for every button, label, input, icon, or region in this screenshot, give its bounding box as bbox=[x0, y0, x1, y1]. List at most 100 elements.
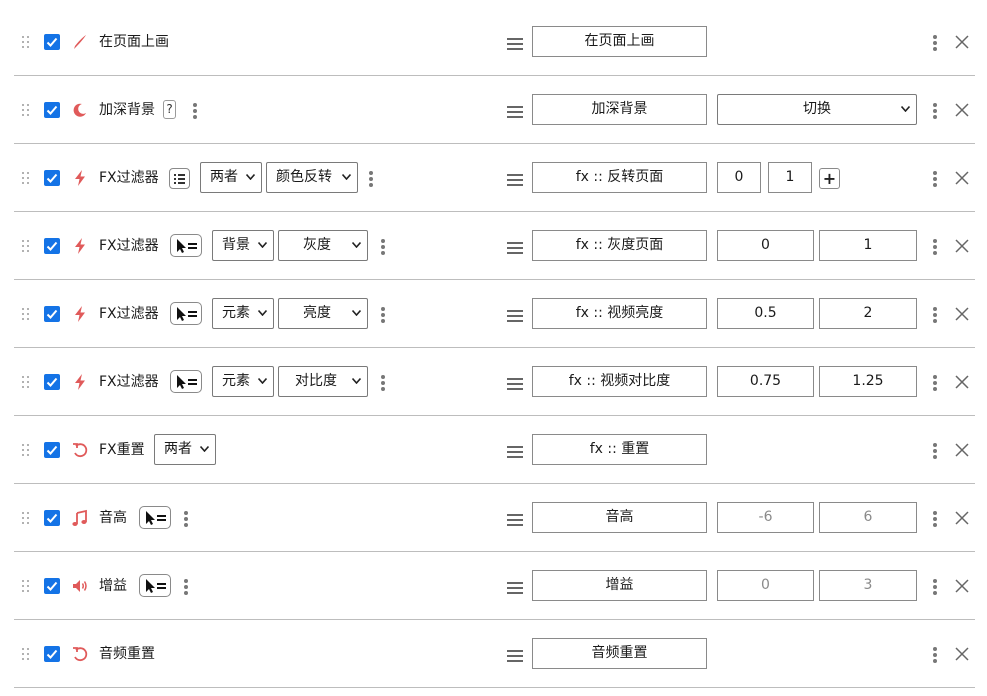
element-picker-button[interactable] bbox=[170, 302, 202, 325]
kebab-menu-icon[interactable] bbox=[933, 35, 937, 51]
close-icon[interactable] bbox=[955, 511, 969, 525]
to-value-input[interactable]: 1 bbox=[768, 162, 812, 193]
to-value-input[interactable]: 6 bbox=[819, 502, 917, 533]
enable-checkbox[interactable] bbox=[44, 646, 60, 662]
action-button[interactable]: fx :: 视频亮度 bbox=[532, 298, 707, 329]
target-select[interactable]: 背景 bbox=[212, 230, 274, 261]
close-icon[interactable] bbox=[955, 647, 969, 661]
action-button[interactable]: 音频重置 bbox=[532, 638, 707, 669]
plus-icon[interactable]: + bbox=[819, 168, 840, 189]
from-value-input[interactable]: 0.75 bbox=[717, 366, 814, 397]
hamburger-icon[interactable] bbox=[507, 378, 523, 390]
mode-select[interactable]: 切换 bbox=[717, 94, 917, 125]
drag-handle-icon[interactable] bbox=[22, 172, 31, 186]
kebab-menu-icon[interactable] bbox=[184, 511, 188, 527]
to-value-input[interactable]: 1.25 bbox=[819, 366, 917, 397]
enable-checkbox[interactable] bbox=[44, 102, 60, 118]
enable-checkbox[interactable] bbox=[44, 306, 60, 322]
enable-checkbox[interactable] bbox=[44, 238, 60, 254]
kebab-menu-icon[interactable] bbox=[933, 511, 937, 527]
chevron-down-icon bbox=[246, 174, 255, 180]
target-select[interactable]: 元素 bbox=[212, 298, 274, 329]
hamburger-icon[interactable] bbox=[507, 446, 523, 458]
kebab-menu-icon[interactable] bbox=[184, 579, 188, 595]
drag-handle-icon[interactable] bbox=[22, 376, 31, 390]
action-button[interactable]: 加深背景 bbox=[532, 94, 707, 125]
to-value-input[interactable]: 1 bbox=[819, 230, 917, 261]
close-icon[interactable] bbox=[955, 103, 969, 117]
to-value-input[interactable]: 2 bbox=[819, 298, 917, 329]
kebab-menu-icon[interactable] bbox=[933, 647, 937, 663]
close-icon[interactable] bbox=[955, 239, 969, 253]
hamburger-icon[interactable] bbox=[507, 38, 523, 50]
element-picker-button[interactable] bbox=[139, 574, 171, 597]
close-icon[interactable] bbox=[955, 35, 969, 49]
help-button[interactable]: ? bbox=[163, 100, 176, 119]
hamburger-icon[interactable] bbox=[507, 650, 523, 662]
hamburger-icon[interactable] bbox=[507, 310, 523, 322]
from-value-input[interactable]: 0.5 bbox=[717, 298, 814, 329]
drag-handle-icon[interactable] bbox=[22, 648, 31, 662]
hamburger-icon[interactable] bbox=[507, 582, 523, 594]
drag-handle-icon[interactable] bbox=[22, 512, 31, 526]
from-value-input[interactable]: -6 bbox=[717, 502, 814, 533]
hamburger-icon[interactable] bbox=[507, 106, 523, 118]
close-icon[interactable] bbox=[955, 171, 969, 185]
action-button[interactable]: 音高 bbox=[532, 502, 707, 533]
drag-handle-icon[interactable] bbox=[22, 444, 31, 458]
kebab-menu-icon[interactable] bbox=[933, 171, 937, 187]
target-select[interactable]: 两者 bbox=[154, 434, 216, 465]
close-icon[interactable] bbox=[955, 579, 969, 593]
kebab-menu-icon[interactable] bbox=[381, 307, 385, 323]
target-select[interactable]: 两者 bbox=[200, 162, 262, 193]
chevron-down-icon bbox=[352, 242, 361, 248]
element-picker-button[interactable] bbox=[170, 370, 202, 393]
drag-handle-icon[interactable] bbox=[22, 580, 31, 594]
filter-select[interactable]: 亮度 bbox=[278, 298, 368, 329]
action-button[interactable]: 在页面上画 bbox=[532, 26, 707, 57]
enable-checkbox[interactable] bbox=[44, 442, 60, 458]
from-value-input[interactable]: 0 bbox=[717, 570, 814, 601]
drag-handle-icon[interactable] bbox=[22, 104, 31, 118]
close-icon[interactable] bbox=[955, 443, 969, 457]
kebab-menu-icon[interactable] bbox=[369, 171, 373, 187]
hamburger-icon[interactable] bbox=[507, 174, 523, 186]
drag-handle-icon[interactable] bbox=[22, 36, 31, 50]
filter-select[interactable]: 对比度 bbox=[278, 366, 368, 397]
enable-checkbox[interactable] bbox=[44, 578, 60, 594]
target-select[interactable]: 元素 bbox=[212, 366, 274, 397]
close-icon[interactable] bbox=[955, 307, 969, 321]
kebab-menu-icon[interactable] bbox=[381, 375, 385, 391]
filter-select[interactable]: 灰度 bbox=[278, 230, 368, 261]
drag-handle-icon[interactable] bbox=[22, 240, 31, 254]
kebab-menu-icon[interactable] bbox=[193, 103, 197, 119]
action-button[interactable]: 增益 bbox=[532, 570, 707, 601]
from-value-input[interactable]: 0 bbox=[717, 230, 814, 261]
kebab-menu-icon[interactable] bbox=[933, 103, 937, 119]
drag-handle-icon[interactable] bbox=[22, 308, 31, 322]
kebab-menu-icon[interactable] bbox=[933, 239, 937, 255]
filter-select[interactable]: 颜色反转 bbox=[266, 162, 358, 193]
kebab-menu-icon[interactable] bbox=[933, 579, 937, 595]
hamburger-icon[interactable] bbox=[507, 242, 523, 254]
hamburger-icon[interactable] bbox=[507, 514, 523, 526]
kebab-menu-icon[interactable] bbox=[933, 307, 937, 323]
close-icon[interactable] bbox=[955, 375, 969, 389]
kebab-menu-icon[interactable] bbox=[381, 239, 385, 255]
list-button[interactable] bbox=[169, 168, 190, 189]
action-button[interactable]: fx :: 视频对比度 bbox=[532, 366, 707, 397]
enable-checkbox[interactable] bbox=[44, 34, 60, 50]
action-button[interactable]: fx :: 灰度页面 bbox=[532, 230, 707, 261]
kebab-menu-icon[interactable] bbox=[933, 375, 937, 391]
enable-checkbox[interactable] bbox=[44, 510, 60, 526]
reset-icon bbox=[73, 647, 88, 662]
action-button[interactable]: fx :: 反转页面 bbox=[532, 162, 707, 193]
element-picker-button[interactable] bbox=[139, 506, 171, 529]
action-button[interactable]: fx :: 重置 bbox=[532, 434, 707, 465]
to-value-input[interactable]: 3 bbox=[819, 570, 917, 601]
enable-checkbox[interactable] bbox=[44, 374, 60, 390]
kebab-menu-icon[interactable] bbox=[933, 443, 937, 459]
enable-checkbox[interactable] bbox=[44, 170, 60, 186]
element-picker-button[interactable] bbox=[170, 234, 202, 257]
from-value-input[interactable]: 0 bbox=[717, 162, 761, 193]
